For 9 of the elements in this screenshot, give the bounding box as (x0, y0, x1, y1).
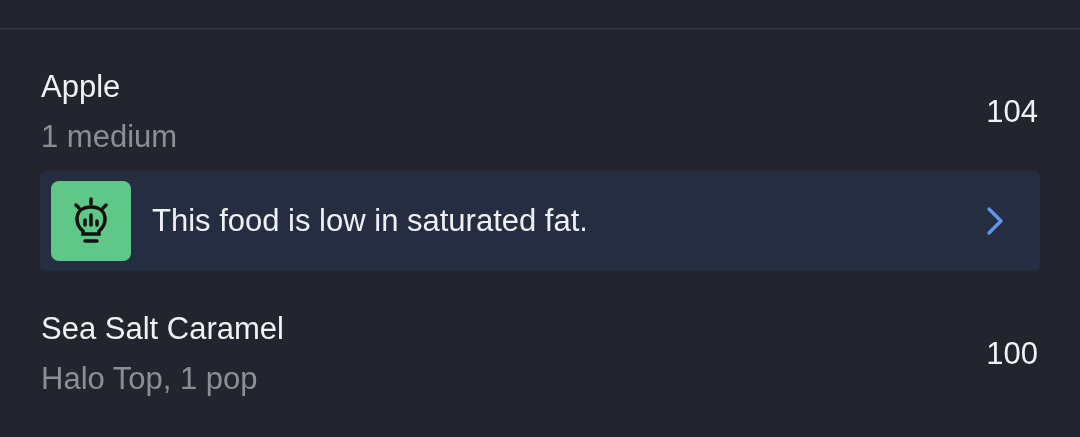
tip-text: This food is low in saturated fat. (152, 201, 589, 240)
calorie-count: 100 (986, 335, 1038, 373)
calorie-count: 104 (986, 93, 1038, 131)
nutrition-tip-card[interactable]: This food is low in saturated fat. (40, 171, 1040, 271)
food-serving: 1 medium (41, 118, 178, 156)
food-name: Apple (41, 68, 122, 106)
food-serving: Halo Top, 1 pop (41, 360, 259, 398)
food-name: Sea Salt Caramel (41, 310, 284, 348)
chevron-right-icon (986, 206, 1004, 236)
